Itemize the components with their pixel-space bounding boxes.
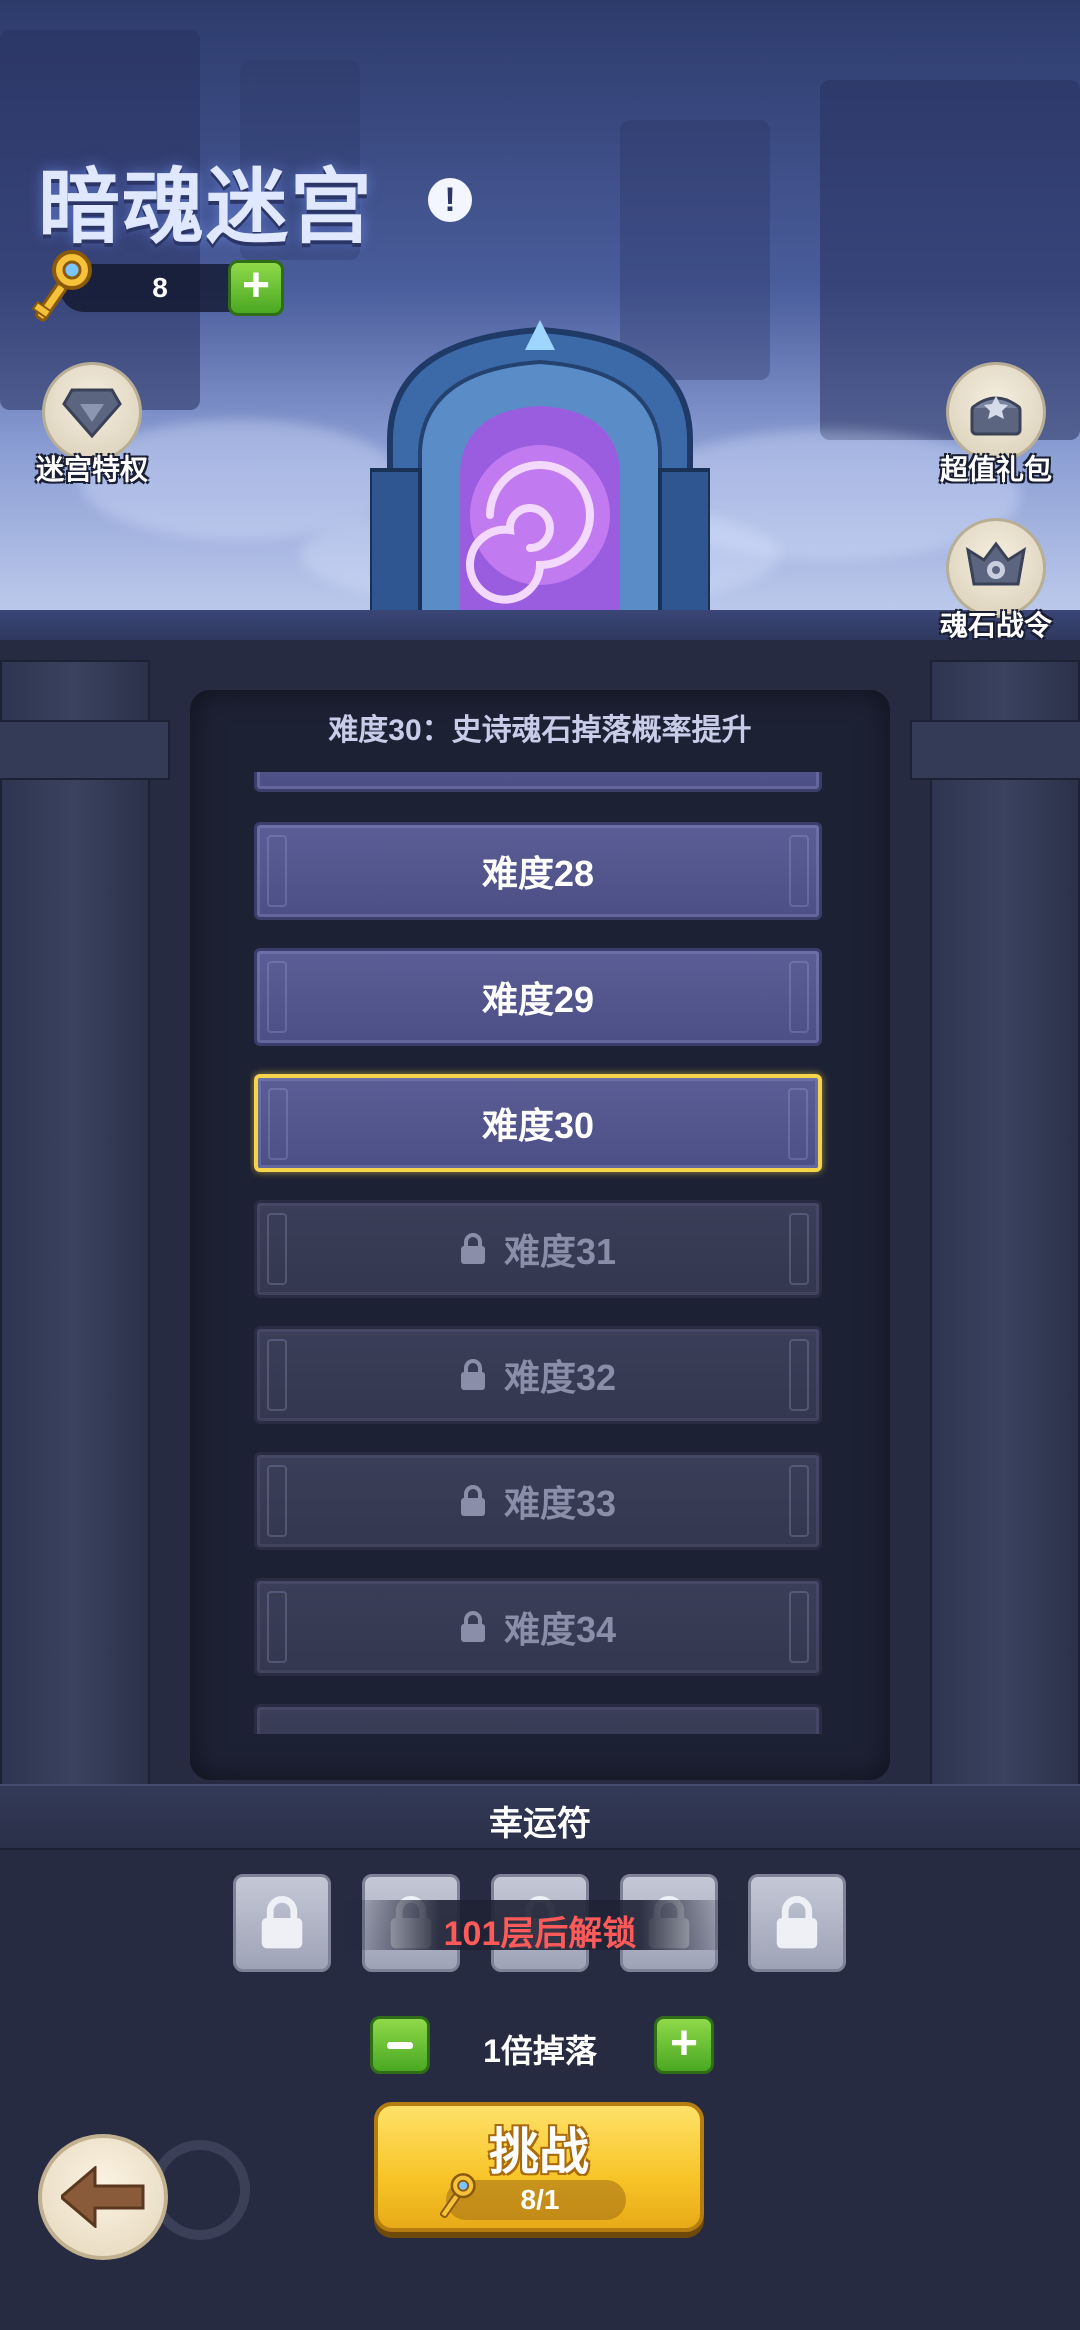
difficulty-row-32-locked[interactable]: 难度32 xyxy=(254,1326,822,1424)
difficulty-row-29[interactable]: 难度29 xyxy=(254,948,822,1046)
difficulty-label: 难度32 xyxy=(503,1357,617,1398)
difficulty-row-31-locked[interactable]: 难度31 xyxy=(254,1200,822,1298)
lock-icon xyxy=(460,1485,485,1516)
page-title: 暗魂迷宫 xyxy=(38,160,375,255)
difficulty-notice: 难度30：史诗魂石掉落概率提升 xyxy=(328,714,752,747)
difficulty-row-34-locked[interactable]: 难度34 xyxy=(254,1578,822,1676)
difficulty-row-partial-top[interactable] xyxy=(254,772,822,792)
difficulty-row-30-selected[interactable]: 难度30 xyxy=(254,1074,822,1172)
lock-icon xyxy=(460,1233,485,1264)
challenge-label: 挑战 xyxy=(489,2124,589,2180)
diamond-icon xyxy=(62,388,122,438)
difficulty-label: 难度34 xyxy=(503,1609,617,1650)
increase-multiplier-button[interactable]: + xyxy=(654,2016,714,2074)
key-icon xyxy=(32,250,92,322)
key-icon xyxy=(439,2173,476,2219)
back-button[interactable] xyxy=(38,2134,168,2260)
lock-icon xyxy=(460,1359,485,1390)
right-pillar xyxy=(930,660,1080,1800)
portal-gate-icon xyxy=(370,320,710,620)
back-arrow-icon xyxy=(61,2166,145,2228)
treasure-chest-icon xyxy=(970,396,1022,436)
difficulty-list[interactable]: 难度28 难度29 难度30 难度31 难度32 难度33 难度34 xyxy=(250,772,830,1734)
difficulty-label: 难度28 xyxy=(481,853,595,894)
difficulty-label: 难度33 xyxy=(503,1483,617,1524)
value-gift-pack-button[interactable]: 超值礼包 xyxy=(926,362,1066,488)
soulstone-pass-button[interactable]: 魂石战令 xyxy=(926,518,1066,644)
difficulty-label: 难度30 xyxy=(481,1105,595,1146)
privilege-label: 迷宫特权 xyxy=(35,454,148,485)
lucky-charm-title: 幸运符 xyxy=(489,1805,591,1843)
challenge-cost: 8/1 xyxy=(520,2184,560,2215)
add-keys-button[interactable]: + xyxy=(228,260,284,316)
lock-icon xyxy=(776,1896,818,1949)
lucky-charm-slot-5[interactable] xyxy=(748,1874,846,1972)
key-count: 8 xyxy=(152,272,168,303)
unlock-hint-text: 101层后解锁 xyxy=(443,1915,637,1953)
difficulty-row-33-locked[interactable]: 难度33 xyxy=(254,1452,822,1550)
difficulty-label: 难度29 xyxy=(481,979,595,1020)
info-icon[interactable]: ! xyxy=(428,178,472,222)
lock-icon xyxy=(460,1611,485,1642)
decrease-multiplier-button[interactable] xyxy=(370,2016,430,2074)
left-pillar xyxy=(0,660,150,1800)
soulstone-emblem-icon xyxy=(965,541,1027,586)
soulstone-pass-label: 魂石战令 xyxy=(939,610,1052,641)
difficulty-label: 难度31 xyxy=(503,1231,617,1272)
lucky-charm-slot-1[interactable] xyxy=(233,1874,331,1972)
maze-scene-background xyxy=(0,0,1080,640)
drop-multiplier-label: 1倍掉落 xyxy=(483,2033,597,2069)
lock-icon xyxy=(261,1896,303,1949)
maze-privilege-button[interactable]: 迷宫特权 xyxy=(22,362,162,488)
difficulty-row-partial-bottom[interactable] xyxy=(254,1704,822,1734)
gift-pack-label: 超值礼包 xyxy=(939,454,1052,485)
difficulty-row-28[interactable]: 难度28 xyxy=(254,822,822,920)
